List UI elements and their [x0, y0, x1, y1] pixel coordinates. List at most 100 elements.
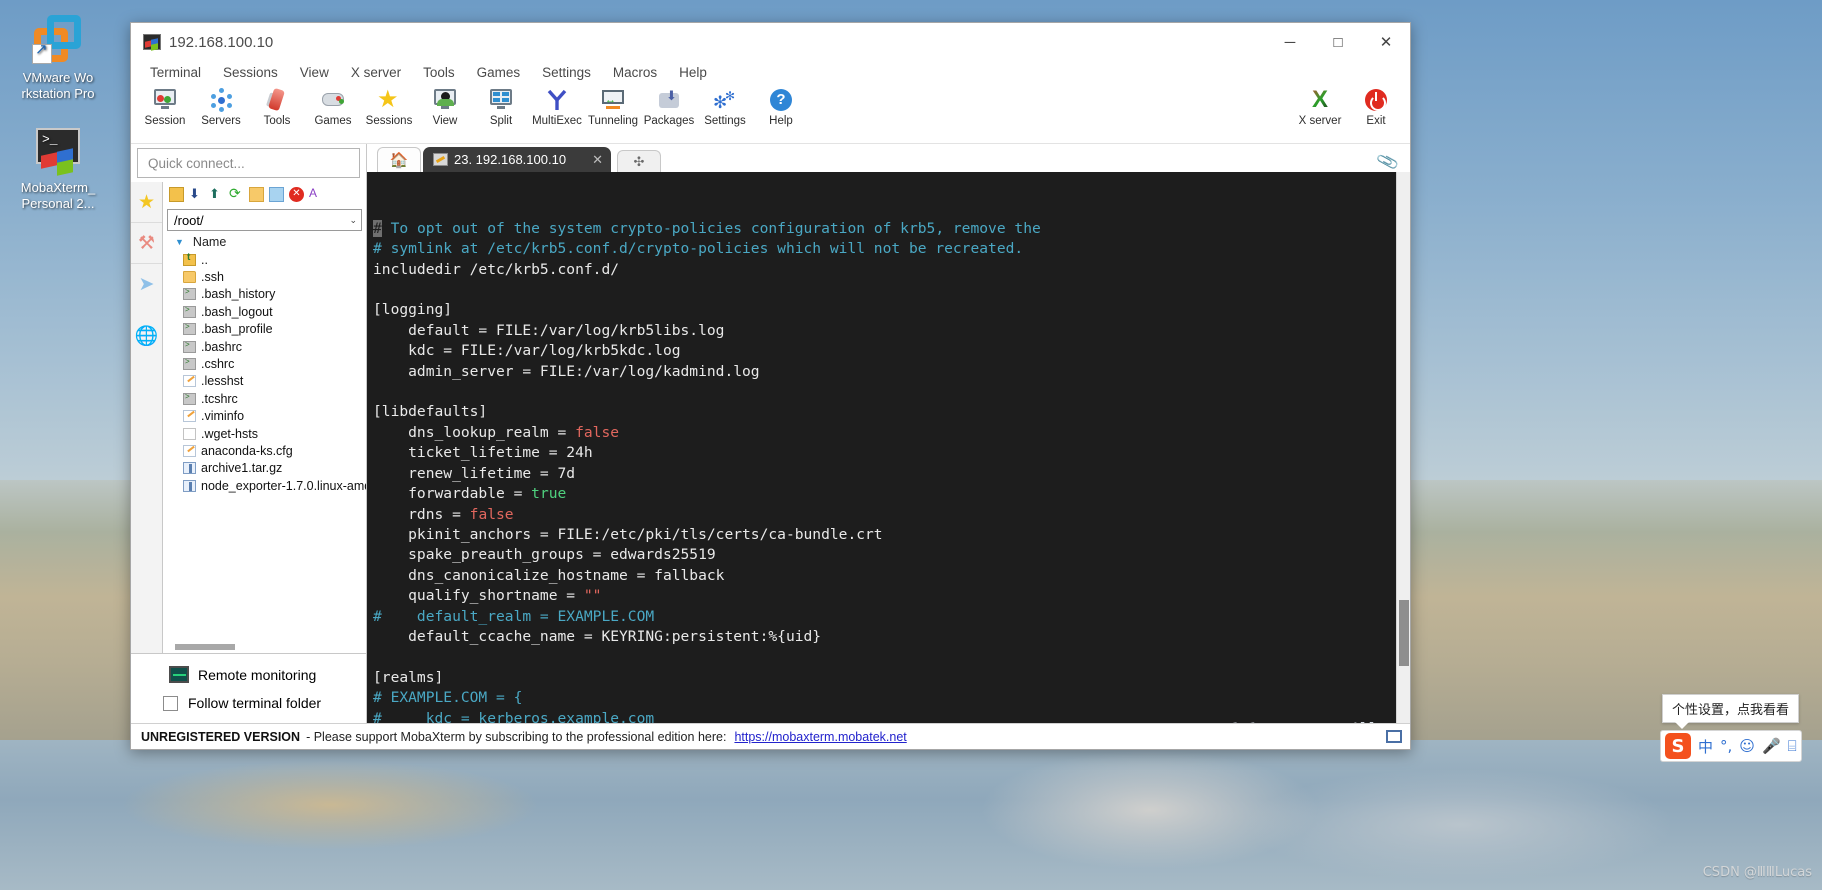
menu-view[interactable]: View	[289, 63, 340, 82]
remote-monitoring-button[interactable]: Remote monitoring	[131, 654, 366, 693]
sogou-logo-icon[interactable]: S	[1665, 733, 1691, 759]
toolbar-packages[interactable]: ⬇ Packages	[641, 86, 697, 127]
menu-tools[interactable]: Tools	[412, 63, 466, 82]
ime-voice-icon[interactable]: 🎤	[1762, 737, 1781, 755]
blank-file-icon	[183, 427, 196, 440]
menu-macros[interactable]: Macros	[602, 63, 668, 82]
new-tab-button[interactable]: ✣	[616, 150, 661, 172]
sidebar-tab-sessions[interactable]: ★	[131, 182, 162, 223]
shell-file-icon	[183, 340, 196, 353]
toolbar-sessions[interactable]: ★ Sessions	[361, 86, 417, 128]
desktop-icon-mobaxterm[interactable]: MobaXterm_ Personal 2...	[2, 124, 114, 212]
terminal-vscrollbar[interactable]	[1396, 172, 1410, 723]
shell-file-icon	[183, 322, 196, 336]
maximize-button[interactable]: □	[1314, 23, 1362, 61]
file-name: .bash_logout	[201, 304, 273, 319]
new-folder-icon[interactable]	[249, 187, 264, 202]
toolbar-games[interactable]: Games	[305, 86, 361, 127]
sidebar-tab-sftp[interactable]: ➤	[131, 264, 162, 305]
toolbar-tunneling[interactable]: ↔ Tunneling	[585, 86, 641, 127]
menu-help[interactable]: Help	[668, 63, 718, 82]
file-list-item[interactable]: .cshrc	[163, 355, 366, 372]
desktop-icon-vmware[interactable]: VMware Wo rkstation Pro	[2, 14, 114, 102]
upload-icon[interactable]: ⬆	[209, 187, 224, 202]
paperclip-icon[interactable]: 📎	[1375, 149, 1401, 175]
toolbar-view[interactable]: View	[417, 86, 473, 127]
file-list-item[interactable]: .ssh	[163, 268, 366, 285]
menu-terminal[interactable]: Terminal	[139, 63, 212, 82]
up-folder-icon[interactable]	[169, 187, 184, 202]
tab-close-icon[interactable]: ✕	[592, 152, 603, 168]
follow-terminal-folder-row[interactable]: Follow terminal folder	[131, 693, 366, 723]
path-input[interactable]: /root/ ⌄	[167, 209, 362, 231]
mobaxterm-titlebar-icon	[143, 34, 161, 51]
file-list-item[interactable]: .bashrc	[163, 338, 366, 355]
menu-sessions[interactable]: Sessions	[212, 63, 289, 82]
ssh-key-icon	[433, 153, 448, 166]
toolbar-help[interactable]: ? Help	[753, 86, 809, 127]
quick-connect-input[interactable]: Quick connect...	[137, 148, 360, 178]
multiexec-icon	[544, 87, 570, 113]
menu-settings[interactable]: Settings	[531, 63, 602, 82]
toolbar-servers[interactable]: Servers	[193, 86, 249, 127]
column-name-label: Name	[192, 235, 227, 249]
text-mode-icon[interactable]: A	[309, 187, 324, 202]
toolbar-label: MultiExec	[532, 115, 582, 127]
file-list-item[interactable]: .viminfo	[163, 408, 366, 425]
follow-terminal-folder-checkbox[interactable]	[163, 695, 178, 711]
new-file-icon[interactable]	[269, 187, 284, 202]
ime-tooltip[interactable]: 个性设置，点我看看	[1662, 694, 1800, 729]
screen-icon[interactable]	[1386, 730, 1402, 743]
toolbar-label: Tunneling	[587, 115, 639, 127]
chevron-down-icon[interactable]: ⌄	[349, 215, 357, 226]
file-column-header[interactable]: ▼ Name	[163, 233, 366, 251]
file-list[interactable]: .. .ssh .bash_history .bash_logout .bash_pro…	[163, 251, 366, 640]
ime-punctuation-icon[interactable]: °,	[1720, 737, 1732, 755]
file-list-item[interactable]: .bash_profile	[163, 321, 366, 338]
refresh-icon[interactable]: ⟳	[229, 186, 244, 202]
terminal-output[interactable]: # To opt out of the system crypto-polici…	[367, 172, 1396, 723]
file-list-item[interactable]: .lesshst	[163, 373, 366, 390]
ime-emoji-icon[interactable]: ☺	[1739, 737, 1755, 755]
delete-icon[interactable]: ✕	[289, 187, 304, 202]
file-list-item[interactable]: .bash_history	[163, 286, 366, 303]
tab-session-23[interactable]: 23. 192.168.100.10 ✕	[423, 147, 611, 172]
toolbar-session[interactable]: Session	[137, 86, 193, 127]
terminal-line: includedir /etc/krb5.conf.d/	[373, 260, 620, 278]
toolbar-settings[interactable]: ✻ ✻ Settings	[697, 86, 753, 127]
mobatek-link[interactable]: https://mobaxterm.mobatek.net	[734, 730, 906, 744]
file-list-item[interactable]: .wget-hsts	[163, 425, 366, 442]
follow-terminal-folder-label: Follow terminal folder	[188, 695, 322, 711]
close-button[interactable]: ✕	[1362, 23, 1410, 61]
file-name: anaconda-ks.cfg	[201, 443, 293, 458]
archive-file-icon	[183, 479, 196, 492]
sort-caret-icon: ▼	[175, 237, 184, 247]
toolbar-exit[interactable]: Exit	[1348, 86, 1404, 127]
sidebar-tab-tools[interactable]: ⚒	[131, 223, 162, 264]
file-list-item[interactable]: ..	[163, 251, 366, 268]
file-list-item[interactable]: .bash_logout	[163, 303, 366, 320]
sogou-ime-bar[interactable]: S 中 °, ☺ 🎤 ⌸	[1660, 730, 1802, 762]
menu-x-server[interactable]: X server	[340, 63, 412, 82]
file-name: .bash_profile	[201, 322, 273, 337]
file-list-item[interactable]: archive1.tar.gz	[163, 460, 366, 477]
tab-home[interactable]: 🏠	[377, 147, 421, 172]
file-list-item[interactable]: node_exporter-1.7.0.linux-amd	[163, 477, 366, 494]
watermark: CSDN @ⅢⅢLucas	[1702, 865, 1812, 880]
terminal-line: admin_server = FILE:/var/log/kadmind.log	[373, 362, 760, 380]
servers-icon	[208, 87, 234, 113]
ime-keyboard-icon[interactable]: ⌸	[1788, 737, 1797, 755]
toolbar-multiexec[interactable]: MultiExec	[529, 86, 585, 127]
ime-mode-chinese[interactable]: 中	[1698, 736, 1713, 757]
file-list-item[interactable]: .tcshrc	[163, 390, 366, 407]
file-list-item[interactable]: anaconda-ks.cfg	[163, 442, 366, 459]
minimize-button[interactable]: ─	[1266, 23, 1314, 61]
file-list-hscrollbar[interactable]	[163, 640, 366, 653]
menu-games[interactable]: Games	[466, 63, 532, 82]
toolbar-tools[interactable]: Tools	[249, 86, 305, 127]
terminal-line: [realms]	[373, 668, 444, 686]
download-icon[interactable]: ⬇	[189, 187, 204, 202]
sidebar-tab-macros[interactable]: 🌐	[131, 315, 162, 356]
toolbar-x-server[interactable]: X X server	[1292, 86, 1348, 128]
toolbar-split[interactable]: Split	[473, 86, 529, 127]
